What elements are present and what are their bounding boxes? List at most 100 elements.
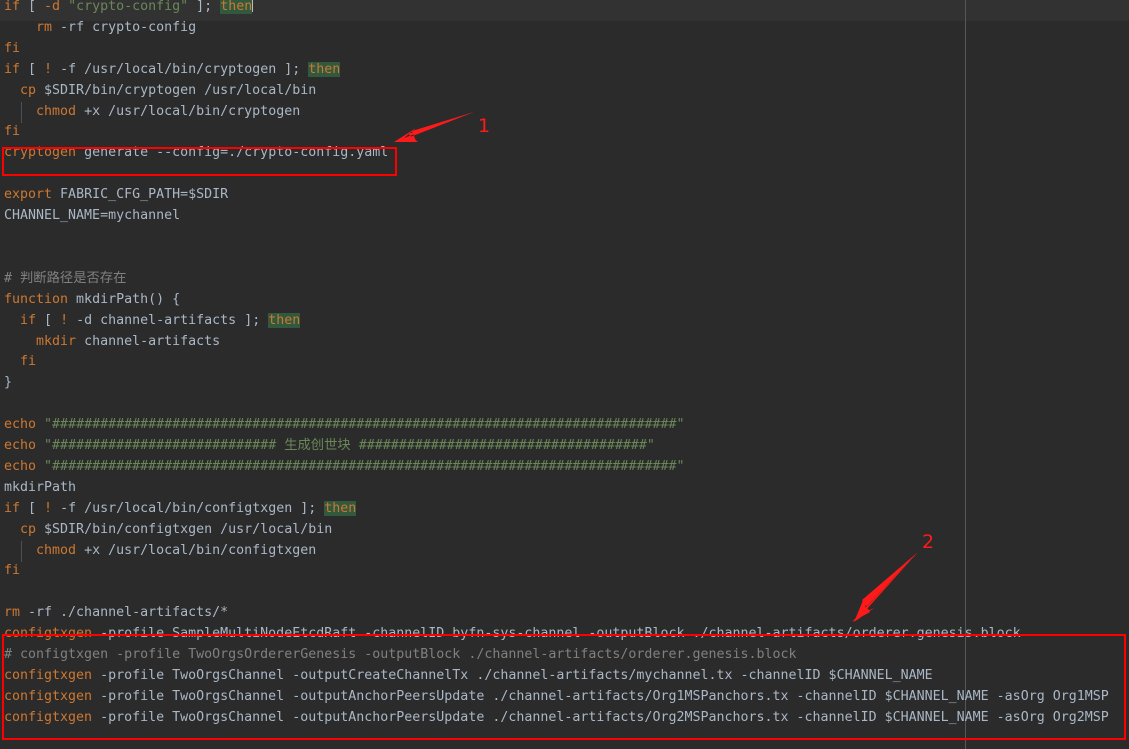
code-token: then xyxy=(324,500,357,516)
code-line[interactable] xyxy=(0,164,1129,185)
code-line[interactable]: configtxgen -profile SampleMultiNodeEtcd… xyxy=(0,624,1129,645)
code-token: -rf crypto-config xyxy=(52,19,197,35)
code-line[interactable]: echo "############################ 生成创世块… xyxy=(0,436,1129,457)
code-token: fi xyxy=(20,354,37,370)
code-line[interactable]: # configtxgen -profile TwoOrgsOrdererGen… xyxy=(0,645,1129,666)
code-token: -rf ./channel-artifacts/* xyxy=(20,605,229,621)
text-caret xyxy=(252,0,254,12)
code-token: rm xyxy=(4,605,21,621)
code-token: configtxgen xyxy=(4,668,93,683)
code-token: rm xyxy=(36,19,53,35)
code-line[interactable] xyxy=(0,227,1129,248)
code-token: then xyxy=(268,312,301,328)
code-line[interactable]: if [ ! -f /usr/local/bin/configtxgen ]; … xyxy=(0,499,1129,520)
code-token: fi xyxy=(4,124,21,140)
code-token: echo xyxy=(4,417,37,433)
code-line[interactable]: CHANNEL_NAME=mychannel xyxy=(0,206,1129,227)
code-token: -profile TwoOrgsChannel -outputAnchorPee… xyxy=(92,709,1109,725)
code-token: configtxgen xyxy=(4,626,93,642)
code-line[interactable] xyxy=(0,582,1129,603)
code-line[interactable]: echo "##################################… xyxy=(0,457,1129,478)
code-line[interactable]: function mkdirPath() { xyxy=(0,290,1129,311)
code-token: ! xyxy=(44,61,53,77)
code-line[interactable]: cryptogen generate --config=./crypto-con… xyxy=(0,143,1129,164)
code-token: then xyxy=(308,61,341,77)
code-line[interactable]: } xyxy=(0,373,1129,394)
code-token: mkdir xyxy=(36,333,77,349)
code-line[interactable]: mkdirPath xyxy=(0,478,1129,499)
annotation-arrow-2 xyxy=(852,552,918,622)
code-token: chmod xyxy=(36,542,77,558)
code-token: -profile SampleMultiNodeEtcdRaft -channe… xyxy=(92,626,1021,642)
code-token: [ xyxy=(20,61,45,77)
annotation-label-1: 1 xyxy=(478,115,491,137)
code-token: then xyxy=(220,0,253,14)
code-token: -f /usr/local/bin/configtxgen ]; xyxy=(52,500,325,516)
code-line[interactable]: echo "##################################… xyxy=(0,415,1129,436)
code-line[interactable] xyxy=(0,394,1129,415)
code-token: fi xyxy=(4,40,21,56)
code-token: +x /usr/local/bin/configtxgen xyxy=(76,542,317,558)
code-token: ]; xyxy=(188,0,221,14)
code-token: if xyxy=(20,312,37,328)
code-token: } xyxy=(4,375,13,391)
code-token: -f /usr/local/bin/cryptogen ]; xyxy=(52,61,309,77)
code-token: "#######################################… xyxy=(44,458,685,474)
indent-guide xyxy=(21,540,22,562)
code-token: cp xyxy=(20,82,37,98)
code-token: mkdirPath() { xyxy=(68,291,181,307)
code-line[interactable]: rm -rf ./channel-artifacts/* xyxy=(0,603,1129,624)
code-token: generate --config=./crypto-config.yaml xyxy=(76,145,389,161)
code-line[interactable]: fi xyxy=(0,39,1129,60)
code-line[interactable]: cp $SDIR/bin/cryptogen /usr/local/bin xyxy=(0,81,1129,102)
code-line[interactable]: export FABRIC_CFG_PATH=$SDIR xyxy=(0,185,1129,206)
code-token: if xyxy=(4,500,21,516)
code-token: -profile TwoOrgsChannel -outputAnchorPee… xyxy=(92,688,1109,704)
code-line[interactable]: if [ -d "crypto-config" ]; then xyxy=(0,0,1129,18)
indent-guide xyxy=(21,101,22,123)
code-token: chmod xyxy=(36,103,77,119)
code-line[interactable]: rm -rf crypto-config xyxy=(0,18,1129,39)
code-token: # 判断路径是否存在 xyxy=(4,270,127,286)
code-line[interactable]: chmod +x /usr/local/bin/configtxgen xyxy=(0,540,1129,562)
code-line[interactable]: mkdir channel-artifacts xyxy=(0,332,1129,353)
code-token: configtxgen xyxy=(4,688,93,704)
code-token: configtxgen xyxy=(4,709,93,725)
code-line[interactable]: fi xyxy=(0,122,1129,143)
code-token: if xyxy=(4,0,21,14)
code-token: cp xyxy=(20,521,37,537)
code-token: channel-artifacts xyxy=(76,333,221,349)
code-token: fi xyxy=(4,563,21,579)
annotation-label-2: 2 xyxy=(922,531,935,553)
code-line[interactable]: fi xyxy=(0,352,1129,373)
code-token: "#######################################… xyxy=(44,417,685,433)
code-text-layer[interactable]: if [ -d "crypto-config" ]; then rm -rf c… xyxy=(0,0,1129,749)
code-token: [ xyxy=(20,500,45,516)
code-line[interactable]: if [ ! -d channel-artifacts ]; then xyxy=(0,311,1129,332)
code-token: +x /usr/local/bin/cryptogen xyxy=(76,103,301,119)
code-line[interactable]: # 判断路径是否存在 xyxy=(0,269,1129,290)
code-token: echo xyxy=(4,438,37,454)
code-token: -d channel-artifacts ]; xyxy=(68,312,269,328)
code-token: -profile TwoOrgsChannel -outputCreateCha… xyxy=(92,668,933,683)
code-token: "crypto-config" xyxy=(68,0,189,14)
code-line[interactable]: configtxgen -profile TwoOrgsChannel -out… xyxy=(0,708,1129,729)
code-token: [ xyxy=(20,0,45,14)
code-line[interactable]: cp $SDIR/bin/configtxgen /usr/local/bin xyxy=(0,520,1129,541)
code-token: echo xyxy=(4,458,37,474)
code-line[interactable]: fi xyxy=(0,561,1129,582)
code-editor[interactable]: if [ -d "crypto-config" ]; then rm -rf c… xyxy=(0,0,1129,749)
code-token: $SDIR/bin/configtxgen /usr/local/bin xyxy=(36,521,333,537)
code-line[interactable]: chmod +x /usr/local/bin/cryptogen xyxy=(0,101,1129,123)
code-line[interactable] xyxy=(0,248,1129,269)
code-line[interactable]: configtxgen -profile TwoOrgsChannel -out… xyxy=(0,687,1129,708)
code-line[interactable]: configtxgen -profile TwoOrgsChannel -out… xyxy=(0,666,1129,687)
code-line[interactable]: if [ ! -f /usr/local/bin/cryptogen ]; th… xyxy=(0,60,1129,81)
